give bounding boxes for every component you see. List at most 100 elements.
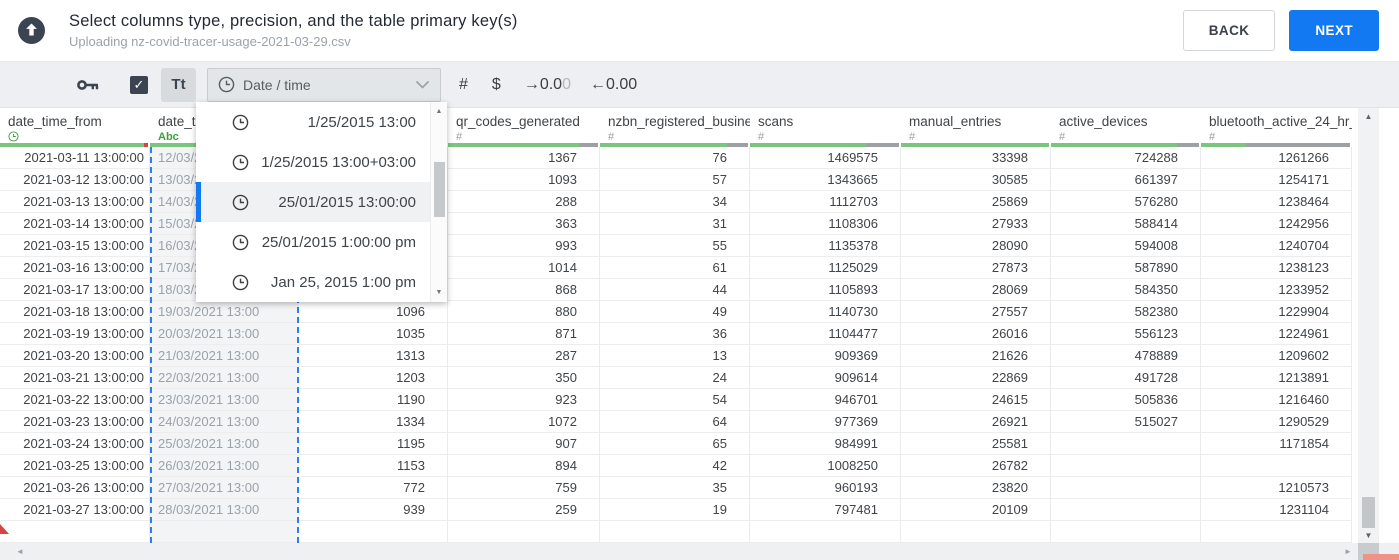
column-body: 1261266 1254171 1238464 1242956 1240704 12381… — [1201, 147, 1352, 543]
table-cell: 960193 — [750, 477, 900, 499]
table-cell: 2021-03-22 13:00:00 — [0, 389, 149, 411]
vertical-scrollbar-thumb[interactable] — [1362, 497, 1375, 528]
table-cell: 2021-03-27 13:00:00 — [0, 499, 149, 521]
quality-segment-gray — [1176, 143, 1199, 147]
table-cell: 2021-03-16 13:00:00 — [0, 257, 149, 279]
vertical-scrollbar[interactable]: ▲ ▼ — [1358, 108, 1379, 543]
table-cell: 907 — [448, 433, 599, 455]
table-cell: 1242956 — [1201, 213, 1351, 235]
number-type-button[interactable]: # — [459, 76, 468, 94]
table-cell: 20/03/2021 13:00 — [152, 323, 297, 345]
table-cell: 1469575 — [750, 147, 900, 169]
datetime-format-select[interactable]: Date / time — [207, 67, 441, 102]
table-cell: 2021-03-20 13:00:00 — [0, 345, 149, 367]
table-cell: 22/03/2021 13:00 — [152, 367, 297, 389]
decrease-decimal-button[interactable]: →0.00 — [524, 76, 571, 94]
date-format-option[interactable]: 25/01/2015 13:00:00 — [196, 182, 430, 222]
table-cell: 1231104 — [1201, 499, 1351, 521]
table-cell: 27557 — [901, 301, 1050, 323]
boolean-type-checkbox[interactable]: ✓ — [130, 75, 148, 94]
menu-scroll-down-icon[interactable]: ▼ — [431, 289, 447, 296]
table-cell: 27/03/2021 13:00 — [152, 477, 297, 499]
table-cell: 2021-03-23 13:00:00 — [0, 411, 149, 433]
table-cell: 582380 — [1051, 301, 1200, 323]
table-cell: 1238123 — [1201, 257, 1351, 279]
datetime-type-icon — [8, 131, 150, 143]
table-cell: 19 — [600, 499, 749, 521]
currency-type-button[interactable]: $ — [492, 76, 501, 94]
option-label: 1/25/2015 13:00+03:00 — [261, 153, 416, 171]
horizontal-scrollbar[interactable]: ◄ ► — [0, 543, 1399, 560]
date-format-option[interactable]: 1/25/2015 13:00+03:00 — [196, 142, 430, 182]
increase-decimal-button[interactable]: ←0.00 — [590, 76, 637, 94]
quality-segment-gray — [727, 143, 748, 147]
table-cell: 1008250 — [750, 455, 900, 477]
menu-scroll-up-icon[interactable]: ▲ — [431, 108, 447, 115]
table-column-bluetooth_active_24_hr_: bluetooth_active_24_hr_ # 1261266 1254171 12… — [1201, 108, 1352, 543]
column-header[interactable]: scans # — [750, 108, 901, 143]
table-cell: 2021-03-13 13:00:00 — [0, 191, 149, 213]
scroll-right-arrow-icon[interactable]: ► — [1344, 543, 1352, 560]
table-cell: 1125029 — [750, 257, 900, 279]
column-type-indicator: # — [1209, 131, 1216, 143]
table-cell: 1195 — [299, 433, 447, 455]
scroll-down-arrow-icon[interactable]: ▼ — [1358, 529, 1379, 543]
table-cell: 288 — [448, 191, 599, 213]
table-cell — [1051, 477, 1200, 499]
header-titles: Select columns type, precision, and the … — [69, 12, 1183, 49]
scroll-left-arrow-icon[interactable]: ◄ — [16, 543, 24, 560]
decrease-decimal-tail: 0 — [562, 75, 571, 93]
column-header[interactable]: active_devices # — [1051, 108, 1201, 143]
column-header[interactable]: bluetooth_active_24_hr_ # — [1201, 108, 1352, 143]
column-name: date_time_from — [8, 114, 102, 129]
table-cell: 259 — [448, 499, 599, 521]
table-cell: 25869 — [901, 191, 1050, 213]
table-cell: 880 — [448, 301, 599, 323]
date-format-options: 1/25/2015 13:00 1/25/2015 13:00+03:00 25/0… — [196, 102, 430, 302]
table-cell: 1140730 — [750, 301, 900, 323]
next-button[interactable]: NEXT — [1289, 10, 1379, 51]
column-type-indicator: # — [608, 131, 615, 143]
table-cell — [901, 521, 1050, 543]
clock-icon — [232, 154, 249, 171]
column-header[interactable]: nzbn_registered_busine # — [600, 108, 750, 143]
table-cell: 939 — [299, 499, 447, 521]
table-cell: 2021-03-15 13:00:00 — [0, 235, 149, 257]
table-cell — [1051, 499, 1200, 521]
option-label: 25/01/2015 13:00:00 — [278, 193, 416, 211]
table-column-date_time_from: date_time_from 2021-03-11 13:00:00 2021-03… — [0, 108, 150, 543]
date-format-option[interactable]: 1/25/2015 13:00 — [196, 102, 430, 142]
table-cell: 26921 — [901, 411, 1050, 433]
table-cell: 2021-03-12 13:00:00 — [0, 169, 149, 191]
menu-scrollbar[interactable]: ▲ ▼ — [430, 102, 447, 302]
table-cell: 2021-03-14 13:00:00 — [0, 213, 149, 235]
table-cell: 2021-03-11 13:00:00 — [0, 147, 149, 169]
table-cell: 1171854 — [1201, 433, 1351, 455]
text-type-button[interactable]: Tt — [161, 67, 196, 102]
column-header[interactable]: date_time_from — [0, 108, 150, 143]
table-cell: 1093 — [448, 169, 599, 191]
app-root: Select columns type, precision, and the … — [0, 0, 1399, 560]
column-name: qr_codes_generated — [456, 114, 580, 129]
column-header[interactable]: qr_codes_generated # — [448, 108, 600, 143]
table-cell: 894 — [448, 455, 599, 477]
table-cell — [1051, 521, 1200, 543]
menu-scrollbar-thumb[interactable] — [434, 162, 445, 217]
table-cell: 871 — [448, 323, 599, 345]
table-cell — [448, 521, 599, 543]
table-cell — [600, 521, 749, 543]
table-column-qr_codes_generated: qr_codes_generated #1367 1093 288 363 993 1014… — [448, 108, 600, 543]
option-label: 1/25/2015 13:00 — [307, 113, 416, 131]
table-cell: 1238464 — [1201, 191, 1351, 213]
table-cell: 491728 — [1051, 367, 1200, 389]
table-cell: 1224961 — [1201, 323, 1351, 345]
column-header[interactable]: manual_entries # — [901, 108, 1051, 143]
table-cell: 909614 — [750, 367, 900, 389]
date-format-option[interactable]: 25/01/2015 1:00:00 pm — [196, 222, 430, 262]
table-column-nzbn_registered_busine: nzbn_registered_busine #76 57 34 31 55 61 44 49 3… — [600, 108, 750, 543]
scroll-up-arrow-icon[interactable]: ▲ — [1358, 110, 1379, 124]
back-button[interactable]: BACK — [1182, 10, 1276, 51]
date-format-option[interactable]: Jan 25, 2015 1:00 pm — [196, 262, 430, 302]
primary-key-icon[interactable] — [76, 74, 102, 96]
table-cell: 34 — [600, 191, 749, 213]
